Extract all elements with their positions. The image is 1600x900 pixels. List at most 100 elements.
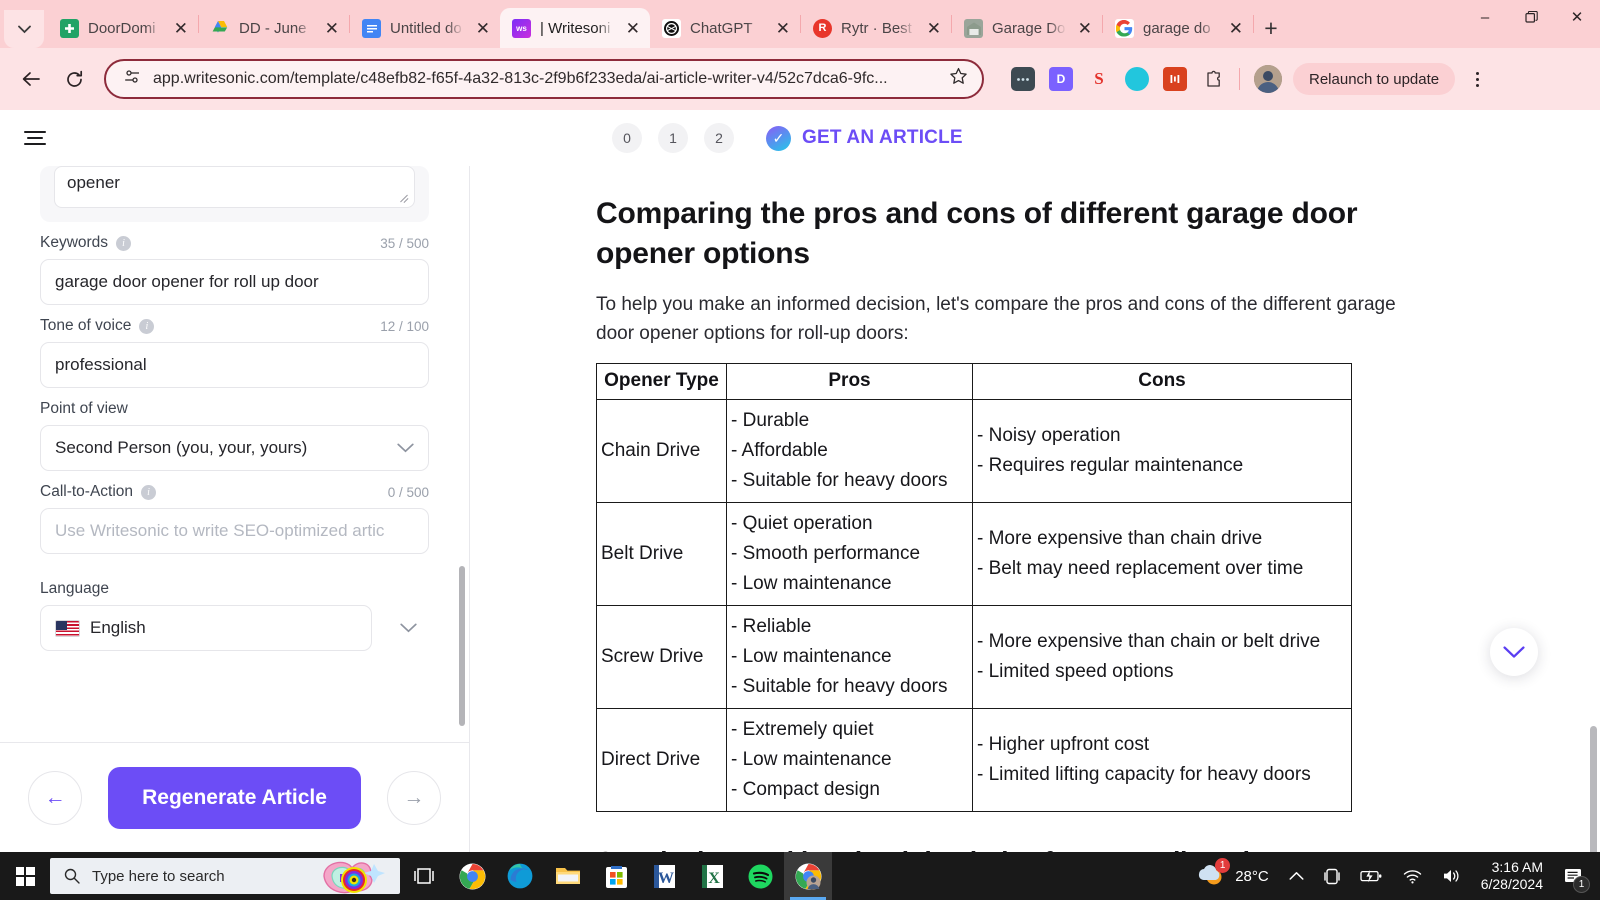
spotify-icon[interactable] xyxy=(736,852,784,900)
previous-step-button[interactable]: ← xyxy=(28,770,83,825)
call-to-action-input[interactable]: Use Writesonic to write SEO-optimized ar… xyxy=(40,508,429,554)
sidebar-scrollbar[interactable] xyxy=(459,566,465,726)
taskbar-search-box[interactable]: Type here to search xyxy=(50,858,400,894)
info-icon[interactable]: i xyxy=(141,484,157,500)
clock-date: 6/28/2024 xyxy=(1480,876,1543,892)
step-chip-1[interactable]: 1 xyxy=(658,123,688,153)
address-bar[interactable]: app.writesonic.com/template/c48efb82-f65… xyxy=(104,59,984,99)
weather-widget[interactable]: 1 28°C xyxy=(1185,852,1279,900)
dots-extension-icon[interactable] xyxy=(1011,67,1035,91)
browser-tab[interactable]: DD - June ✕ xyxy=(199,8,349,48)
field-call-to-action: Call-to-Action i 0 / 500 Use Writesonic … xyxy=(40,483,429,554)
taskbar-clock[interactable]: 3:16 AM 6/28/2024 xyxy=(1471,859,1553,894)
scroll-down-button[interactable] xyxy=(1490,628,1538,676)
info-icon[interactable]: i xyxy=(139,318,155,334)
excel-icon[interactable]: X xyxy=(688,852,736,900)
tab-close-icon[interactable]: ✕ xyxy=(323,20,341,37)
d-extension-icon[interactable]: D xyxy=(1049,67,1073,91)
microsoft-store-icon[interactable] xyxy=(592,852,640,900)
avatar[interactable] xyxy=(1254,65,1282,93)
regenerate-article-button[interactable]: Regenerate Article xyxy=(108,766,361,829)
chrome-menu-button[interactable] xyxy=(1464,71,1490,87)
reload-button[interactable] xyxy=(55,60,93,98)
tone-of-voice-input[interactable]: professional xyxy=(40,342,429,388)
weather-temperature: 28°C xyxy=(1235,867,1269,885)
writesonic-icon: ws xyxy=(512,18,531,38)
article-document[interactable]: Comparing the pros and cons of different… xyxy=(470,166,1600,852)
tab-title: Garage Do xyxy=(992,19,1066,37)
extensions-bar: D S xyxy=(1011,65,1282,93)
keywords-input[interactable]: garage door opener for roll up door xyxy=(40,259,429,305)
pro-item: - Durable xyxy=(731,409,810,431)
wifi-icon[interactable] xyxy=(1393,852,1432,900)
bitly-extension-icon[interactable] xyxy=(1163,67,1187,91)
site-settings-icon[interactable] xyxy=(124,69,141,89)
tab-close-icon[interactable]: ✕ xyxy=(1076,20,1094,37)
browser-tab-active[interactable]: ws | Writesoni ✕ xyxy=(500,8,650,48)
browser-tab[interactable]: R Rytr · Best ✕ xyxy=(801,8,951,48)
next-step-button[interactable]: → xyxy=(386,770,441,825)
sidebar-footer: ← Regenerate Article → xyxy=(0,742,469,852)
cell-pros: - Extremely quiet - Low maintenance - Co… xyxy=(726,707,973,812)
screen-cast-icon[interactable] xyxy=(1314,852,1350,900)
tab-close-icon[interactable]: ✕ xyxy=(1227,20,1245,37)
browser-tab[interactable]: Untitled do ✕ xyxy=(350,8,500,48)
step-chip-2[interactable]: 2 xyxy=(704,123,734,153)
puzzle-extension-icon[interactable] xyxy=(1201,67,1225,91)
chrome-active-icon[interactable] xyxy=(784,852,832,900)
get-an-article-step[interactable]: ✓ GET AN ARTICLE xyxy=(766,125,963,151)
battery-charging-icon[interactable] xyxy=(1350,852,1393,900)
tab-close-icon[interactable]: ✕ xyxy=(474,20,492,37)
browser-tab[interactable]: Garage Do ✕ xyxy=(952,8,1102,48)
info-icon[interactable]: i xyxy=(116,235,132,251)
tab-close-icon[interactable]: ✕ xyxy=(925,20,943,37)
tab-search-button[interactable] xyxy=(4,10,44,48)
show-hidden-icons-button[interactable] xyxy=(1279,852,1314,900)
content-scrollbar[interactable] xyxy=(1590,726,1597,852)
us-flag-icon xyxy=(55,619,80,637)
tab-close-icon[interactable]: ✕ xyxy=(624,20,642,37)
new-tab-button[interactable]: + xyxy=(1254,11,1288,45)
column-header-pros: Pros xyxy=(726,362,973,400)
task-view-icon[interactable] xyxy=(400,852,448,900)
minimize-button[interactable]: – xyxy=(1462,0,1508,34)
language-value: English xyxy=(90,618,146,637)
hamburger-icon[interactable] xyxy=(24,131,50,145)
topic-textarea[interactable]: opener xyxy=(54,166,415,208)
language-row: English xyxy=(40,605,429,651)
step-chip-0[interactable]: 0 xyxy=(612,123,642,153)
sheets-icon xyxy=(60,18,79,38)
browser-tab[interactable]: DoorDomi ✕ xyxy=(48,8,198,48)
bookmark-star-icon[interactable] xyxy=(949,67,968,91)
textarea-resize-handle[interactable] xyxy=(397,190,409,203)
chevron-down-icon[interactable] xyxy=(400,620,417,637)
language-select[interactable]: English xyxy=(40,605,372,651)
close-button[interactable]: ✕ xyxy=(1554,0,1600,34)
back-button[interactable] xyxy=(12,60,50,98)
field-label: Keywords xyxy=(40,234,109,251)
file-explorer-icon[interactable] xyxy=(544,852,592,900)
table-body: Chain Drive - Durable - Affordable - Sui… xyxy=(596,398,1352,812)
word-icon[interactable]: W xyxy=(640,852,688,900)
clock-time: 3:16 AM xyxy=(1491,858,1543,875)
tab-close-icon[interactable]: ✕ xyxy=(172,20,190,37)
tab-close-icon[interactable]: ✕ xyxy=(774,20,792,37)
browser-window: DoorDomi ✕ DD - June ✕ Untitled do ✕ ws … xyxy=(0,0,1600,900)
seo-extension-icon[interactable]: S xyxy=(1087,67,1111,91)
edge-icon[interactable] xyxy=(496,852,544,900)
google-icon xyxy=(1115,18,1134,38)
start-button[interactable] xyxy=(0,852,50,900)
browser-tab[interactable]: ChatGPT ✕ xyxy=(650,8,800,48)
volume-icon[interactable] xyxy=(1432,852,1471,900)
chrome-icon[interactable] xyxy=(448,852,496,900)
browser-tab[interactable]: garage do ✕ xyxy=(1103,8,1253,48)
con-item: - Limited lifting capacity for heavy doo… xyxy=(977,763,1311,785)
weather-badge: 1 xyxy=(1215,858,1231,873)
field-header: Tone of voice i 12 / 100 xyxy=(40,317,429,335)
globe-extension-icon[interactable] xyxy=(1125,67,1149,91)
maximize-button[interactable] xyxy=(1508,0,1554,34)
relaunch-to-update-button[interactable]: Relaunch to update xyxy=(1293,63,1456,95)
notification-center-button[interactable]: 1 xyxy=(1553,852,1594,900)
point-of-view-select[interactable]: Second Person (you, your, yours) xyxy=(40,425,429,471)
pro-item: - Low maintenance xyxy=(731,645,892,667)
